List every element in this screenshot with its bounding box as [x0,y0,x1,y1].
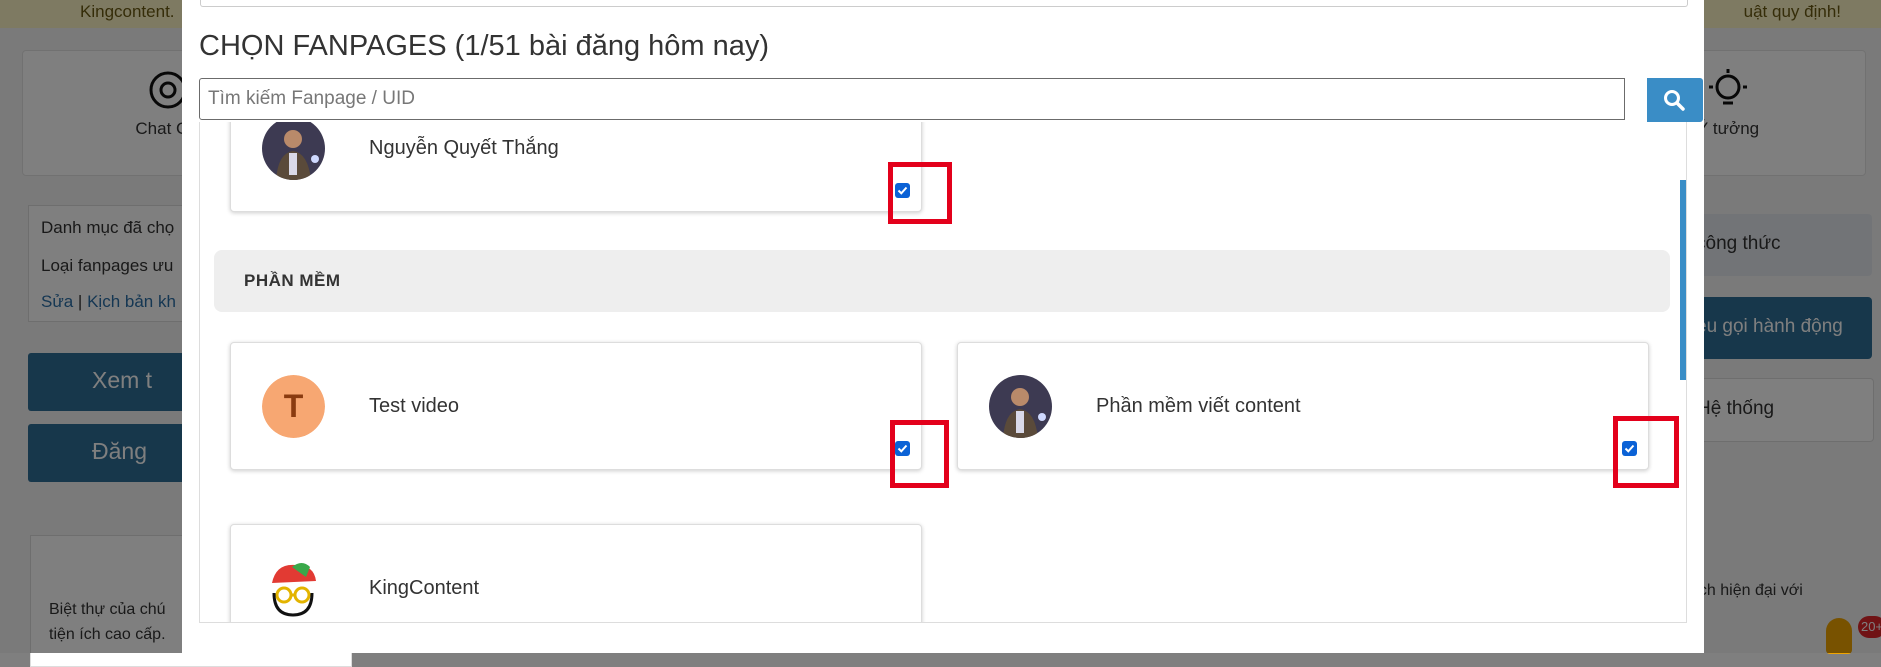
checkbox-highlight [890,420,949,488]
fanpage-name: Test video [369,395,460,417]
avatar [262,122,325,180]
kingcontent-logo-icon [262,557,325,620]
checkbox-highlight [888,162,952,224]
modal-top-field [200,0,1688,7]
list-scrollbar[interactable] [1680,180,1686,380]
search-button[interactable] [1647,78,1703,122]
fanpage-name: KingContent [369,577,480,599]
fanpage-card[interactable]: KingContent [230,524,922,622]
avatar [262,557,325,620]
avatar-letter: T [262,375,325,438]
category-label: PHẦN MỀM [244,271,341,290]
avatar [989,375,1052,438]
fanpage-list: Nguyễn Quyết Thắng PHẦN MỀM T Test video [199,122,1687,623]
choose-fanpages-modal: CHỌN FANPAGES (1/51 bài đăng hôm nay) Ng… [182,0,1704,653]
checkbox-highlight [1613,416,1679,488]
fanpage-name: Nguyễn Quyết Thắng [369,137,559,159]
modal-title: CHỌN FANPAGES (1/51 bài đăng hôm nay) [199,30,770,62]
fanpage-name: Phần mềm viết content [1096,395,1301,417]
search-icon [1664,90,1685,111]
fanpage-card[interactable]: Nguyễn Quyết Thắng [230,122,922,212]
search-input[interactable] [199,78,1625,120]
avatar: T [262,375,325,438]
fanpage-search [199,78,1703,122]
fanpage-card[interactable]: Phần mềm viết content [957,342,1649,470]
fanpage-card[interactable]: T Test video [230,342,922,470]
category-header: PHẦN MỀM [214,250,1670,312]
